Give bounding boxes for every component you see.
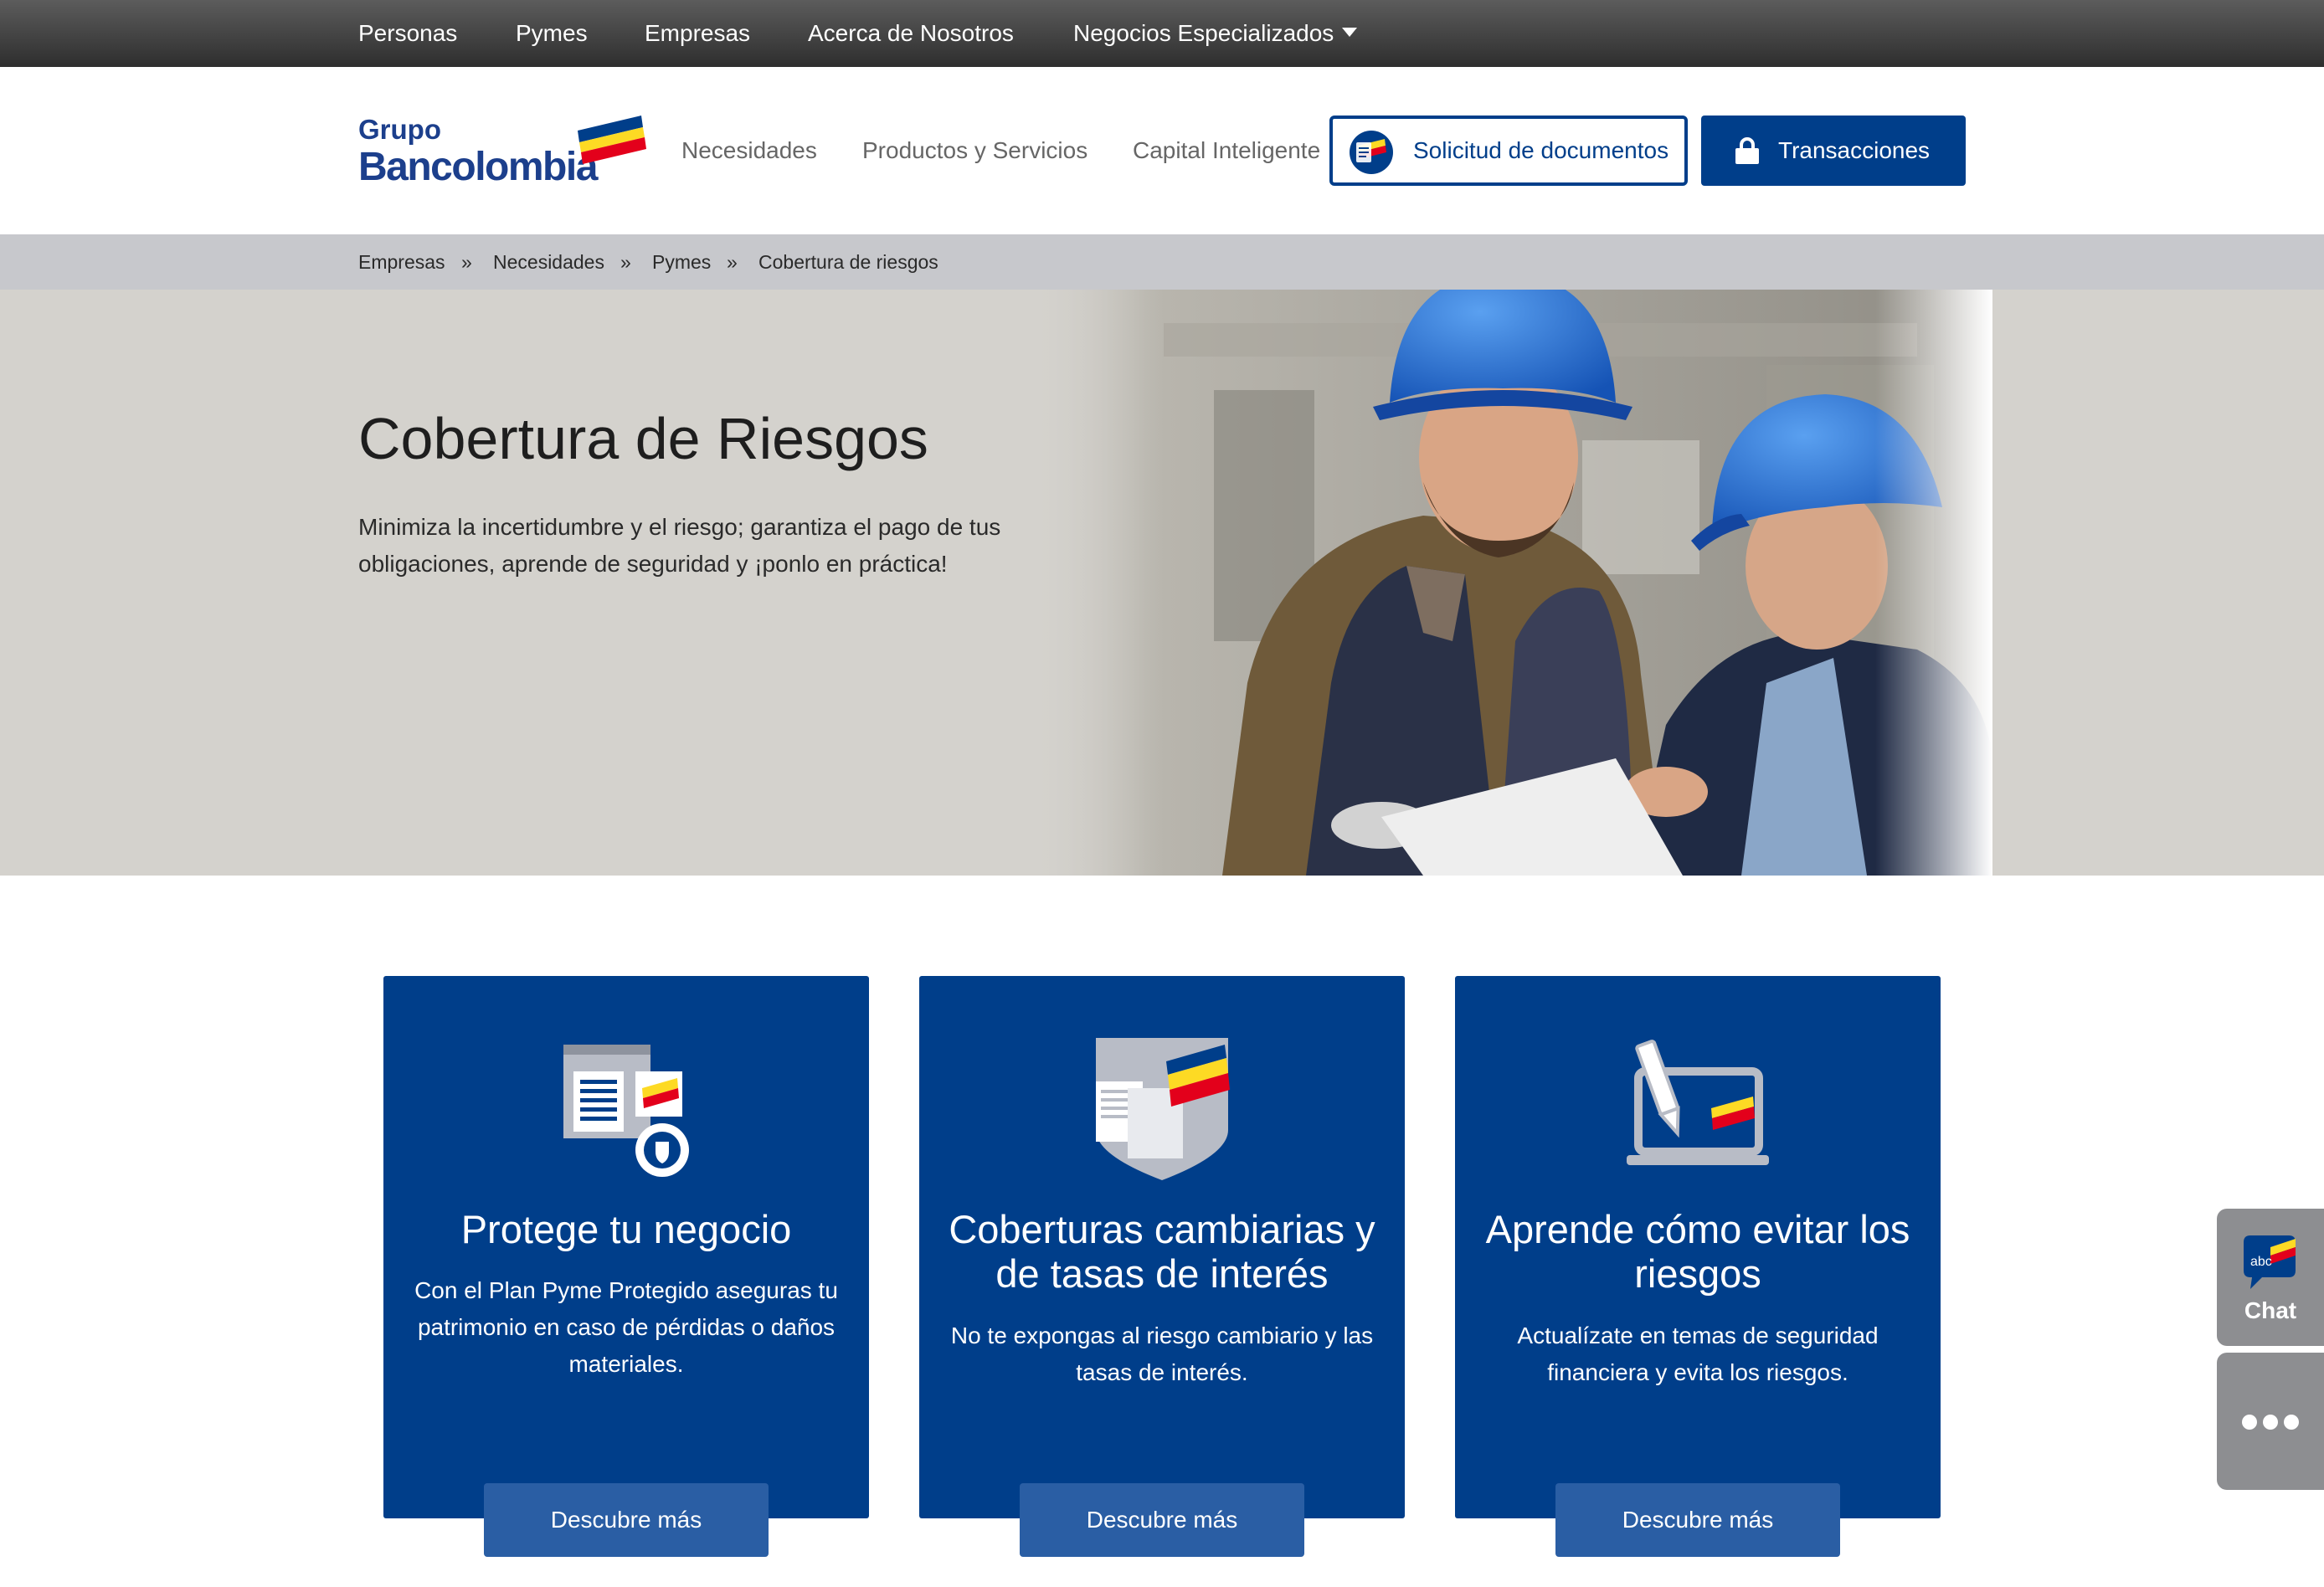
card-title: Coberturas cambiarias y de tasas de inte… — [949, 1207, 1375, 1296]
bancolombia-flag-icon — [578, 116, 646, 164]
top-nav-acerca-de-nosotros[interactable]: Acerca de Nosotros — [808, 0, 1014, 67]
business-protection-icon — [563, 1045, 689, 1177]
main-nav-productos-y-servicios[interactable]: Productos y Servicios — [862, 67, 1087, 234]
top-nav-negocios-especializados[interactable]: Negocios Especializados — [1073, 0, 1358, 67]
chat-label: Chat — [2244, 1297, 2297, 1323]
transacciones-label: Transacciones — [1778, 137, 1931, 163]
breadcrumb-empresas[interactable]: Empresas — [358, 234, 445, 290]
transacciones-button[interactable]: Transacciones — [1701, 116, 1966, 186]
chat-badge-text: abc — [2250, 1255, 2272, 1269]
solicitud-documentos-button[interactable]: Solicitud de documentos — [1329, 116, 1688, 186]
top-navigation-bar: Personas Pymes Empresas Acerca de Nosotr… — [0, 0, 2324, 67]
top-nav-personas[interactable]: Personas — [358, 0, 457, 67]
top-nav-negocios-label: Negocios Especializados — [1073, 20, 1334, 46]
document-request-icon — [1350, 131, 1393, 174]
main-nav-capital-inteligente[interactable]: Capital Inteligente — [1133, 67, 1320, 234]
bancolombia-logo[interactable]: Grupo Bancolombia — [358, 114, 646, 189]
hero-banner: Cobertura de Riesgos Minimiza la incerti… — [0, 290, 2324, 876]
chat-widget-button[interactable]: abc Chat — [2217, 1209, 2324, 1346]
hero-description: Minimiza la incertidumbre y el riesgo; g… — [358, 514, 1001, 577]
breadcrumb-necesidades[interactable]: Necesidades — [493, 234, 604, 290]
top-nav-pymes[interactable]: Pymes — [516, 0, 588, 67]
top-nav-empresas[interactable]: Empresas — [645, 0, 750, 67]
card-coberturas-cambiarias: Coberturas cambiarias y de tasas de inte… — [919, 976, 1405, 1518]
breadcrumb-cobertura-de-riesgos: Cobertura de riesgos — [758, 251, 938, 273]
more-dots-icon — [2242, 1415, 2257, 1430]
card-description: No te expongas al riesgo cambiario y las… — [950, 1322, 1374, 1385]
breadcrumb: Empresas » Necesidades » Pymes » Cobertu… — [0, 234, 2324, 290]
card-protege-tu-negocio: Protege tu negocio Con el Plan Pyme Prot… — [383, 976, 869, 1518]
card-description: Con el Plan Pyme Protegido aseguras tu p… — [414, 1277, 838, 1377]
card-title: Aprende cómo evitar los riesgos — [1485, 1207, 1910, 1296]
more-options-button[interactable] — [2217, 1353, 2324, 1490]
breadcrumb-separator: » — [620, 251, 631, 273]
breadcrumb-separator: » — [461, 251, 472, 273]
card-aprende-evitar-riesgos: Aprende cómo evitar los riesgos Actualíz… — [1455, 976, 1941, 1518]
breadcrumb-separator: » — [727, 251, 738, 273]
laptop-pen-icon — [1627, 1040, 1769, 1165]
main-nav-necesidades[interactable]: Necesidades — [681, 67, 817, 234]
descubre-mas-button[interactable]: Descubre más — [1020, 1483, 1304, 1557]
descubre-mas-button[interactable]: Descubre más — [1555, 1483, 1840, 1557]
more-dots-icon — [2284, 1415, 2299, 1430]
card-title: Protege tu negocio — [460, 1207, 792, 1251]
page-title: Cobertura de Riesgos — [358, 406, 928, 471]
descubre-mas-button[interactable]: Descubre más — [484, 1483, 769, 1557]
shield-documents-icon — [1096, 1038, 1230, 1180]
breadcrumb-pymes[interactable]: Pymes — [652, 234, 711, 290]
more-dots-icon — [2263, 1415, 2278, 1430]
chat-bubble-icon: abc — [2244, 1235, 2296, 1289]
logo-text-grupo: Grupo — [358, 114, 441, 145]
site-header: Grupo Bancolombia Necesidades Productos … — [0, 67, 2324, 234]
hero-workers-photo — [1030, 290, 1992, 876]
caret-down-icon — [1342, 28, 1358, 38]
lock-icon — [1735, 137, 1759, 164]
logo-text-bancolombia: Bancolombia — [358, 145, 598, 189]
card-description: Actualízate en temas de seguridad financ… — [1517, 1322, 1879, 1385]
solicitud-documentos-label: Solicitud de documentos — [1413, 137, 1669, 163]
